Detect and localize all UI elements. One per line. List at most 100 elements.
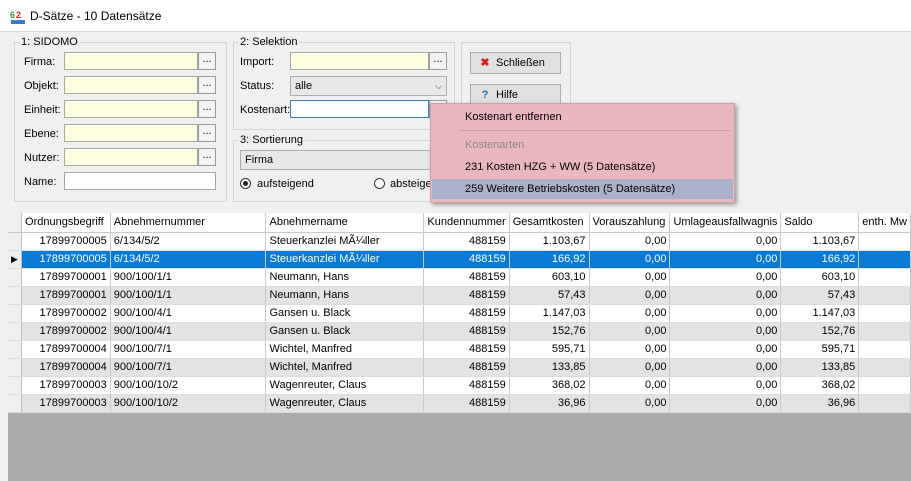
row-header[interactable] xyxy=(8,304,23,323)
table-cell[interactable]: 17899700005 xyxy=(21,232,111,251)
table-cell[interactable] xyxy=(858,376,911,395)
table-cell[interactable]: 17899700005 xyxy=(21,250,111,269)
table-cell[interactable] xyxy=(858,250,911,269)
table-cell[interactable]: 0,00 xyxy=(589,376,671,395)
sortierung-select[interactable]: Firma xyxy=(240,150,447,170)
table-cell[interactable]: Gansen u. Black xyxy=(265,322,425,341)
import-browse-button[interactable]: ... xyxy=(429,52,447,70)
table-row[interactable]: 17899700003 900/100/10/2 Wagenreuter, Clau… xyxy=(8,394,911,413)
table-cell[interactable]: 900/100/4/1 xyxy=(110,322,267,341)
table-row[interactable]: 17899700001 900/100/1/1 Neumann, Hans 48815… xyxy=(8,268,911,287)
table-cell[interactable]: 368,02 xyxy=(780,376,860,395)
firma-browse-button[interactable]: ... xyxy=(198,52,216,70)
table-cell[interactable]: 0,00 xyxy=(589,358,671,377)
table-cell[interactable]: 0,00 xyxy=(669,340,782,359)
table-cell[interactable] xyxy=(858,358,911,377)
table-cell[interactable]: 57,43 xyxy=(509,286,590,305)
table-row[interactable]: 17899700001 900/100/1/1 Neumann, Hans 48815… xyxy=(8,286,911,305)
table-cell[interactable]: Steuerkanzlei MÃ¼ller xyxy=(265,250,425,269)
table-cell[interactable]: 1.103,67 xyxy=(780,232,860,251)
table-cell[interactable]: 17899700002 xyxy=(21,322,111,341)
row-header[interactable] xyxy=(8,358,23,377)
table-cell[interactable]: 488159 xyxy=(423,358,510,377)
kostenart-input[interactable] xyxy=(290,100,429,118)
einheit-input[interactable] xyxy=(64,100,198,118)
table-cell[interactable]: 488159 xyxy=(423,250,510,269)
table-row[interactable]: 17899700002 900/100/4/1 Gansen u. Black 488… xyxy=(8,322,911,341)
objekt-input[interactable] xyxy=(64,76,198,94)
table-cell[interactable]: 17899700001 xyxy=(21,268,111,287)
table-cell[interactable]: 166,92 xyxy=(509,250,590,269)
row-header[interactable] xyxy=(8,286,23,305)
table-cell[interactable]: 488159 xyxy=(423,322,510,341)
einheit-browse-button[interactable]: ... xyxy=(198,100,216,118)
row-header[interactable] xyxy=(8,232,23,251)
table-cell[interactable]: 0,00 xyxy=(669,322,782,341)
column-header[interactable]: Kundennummer xyxy=(423,213,510,233)
table-cell[interactable]: Steuerkanzlei MÃ¼ller xyxy=(265,232,425,251)
table-row[interactable]: 17899700005 6/134/5/2 Steuerkanzlei MÃ¼lle… xyxy=(8,232,911,251)
table-cell[interactable]: 0,00 xyxy=(669,304,782,323)
table-cell[interactable]: 57,43 xyxy=(780,286,860,305)
table-cell[interactable]: 0,00 xyxy=(589,286,671,305)
objekt-browse-button[interactable]: ... xyxy=(198,76,216,94)
table-cell[interactable]: 0,00 xyxy=(589,304,671,323)
ebene-input[interactable] xyxy=(64,124,198,142)
table-cell[interactable]: 0,00 xyxy=(589,340,671,359)
table-cell[interactable]: 900/100/10/2 xyxy=(110,394,267,413)
table-cell[interactable]: 488159 xyxy=(423,286,510,305)
table-cell[interactable]: 1.147,03 xyxy=(780,304,860,323)
table-cell[interactable]: 900/100/4/1 xyxy=(110,304,267,323)
table-cell[interactable]: 900/100/1/1 xyxy=(110,268,267,287)
row-header[interactable] xyxy=(8,394,23,413)
row-header[interactable] xyxy=(8,376,23,395)
table-cell[interactable] xyxy=(858,304,911,323)
table-cell[interactable]: 603,10 xyxy=(780,268,860,287)
table-cell[interactable]: 6/134/5/2 xyxy=(110,250,267,269)
table-cell[interactable]: 17899700001 xyxy=(21,286,111,305)
status-select[interactable]: alle ⌵ xyxy=(290,76,447,96)
table-cell[interactable]: 595,71 xyxy=(509,340,590,359)
column-header[interactable]: Saldo xyxy=(780,213,860,233)
table-cell[interactable]: 488159 xyxy=(423,376,510,395)
menu-item-remove-kostenart[interactable]: Kostenart entfernen xyxy=(432,107,733,127)
table-cell[interactable]: 166,92 xyxy=(780,250,860,269)
table-cell[interactable]: 603,10 xyxy=(509,268,590,287)
name-input[interactable] xyxy=(64,172,216,190)
import-input[interactable] xyxy=(290,52,429,70)
row-header[interactable] xyxy=(8,340,23,359)
column-header[interactable]: Abnehmername xyxy=(265,213,425,233)
column-header[interactable]: Abnehmernummer xyxy=(110,213,267,233)
table-cell[interactable] xyxy=(858,322,911,341)
table-cell[interactable]: 488159 xyxy=(423,304,510,323)
table-cell[interactable]: 36,96 xyxy=(509,394,590,413)
table-cell[interactable]: Wichtel, Manfred xyxy=(265,340,425,359)
table-cell[interactable]: 133,85 xyxy=(509,358,590,377)
table-cell[interactable]: Neumann, Hans xyxy=(265,268,425,287)
table-cell[interactable]: 595,71 xyxy=(780,340,860,359)
table-cell[interactable]: Gansen u. Black xyxy=(265,304,425,323)
column-header[interactable]: Umlageausfallwagnis xyxy=(669,213,782,233)
menu-item-kostenart-259[interactable]: 259 Weitere Betriebskosten (5 Datensätze… xyxy=(432,179,733,199)
table-cell[interactable]: 0,00 xyxy=(589,232,671,251)
close-button[interactable]: ✖ Schließen xyxy=(470,52,561,74)
table-cell[interactable]: 488159 xyxy=(423,340,510,359)
table-cell[interactable]: 6/134/5/2 xyxy=(110,232,267,251)
data-grid[interactable]: Ordnungsbegriff Abnehmernummer Abnehmern… xyxy=(8,213,911,481)
table-cell[interactable]: 0,00 xyxy=(669,358,782,377)
table-row[interactable]: 17899700004 900/100/7/1 Wichtel, Manfred 48… xyxy=(8,358,911,377)
row-header[interactable] xyxy=(8,322,23,341)
table-cell[interactable]: 0,00 xyxy=(589,322,671,341)
table-cell[interactable]: 133,85 xyxy=(780,358,860,377)
table-cell[interactable]: 0,00 xyxy=(589,250,671,269)
table-cell[interactable]: 0,00 xyxy=(669,376,782,395)
table-cell[interactable] xyxy=(858,394,911,413)
table-cell[interactable]: 152,76 xyxy=(780,322,860,341)
row-header[interactable] xyxy=(8,268,23,287)
table-cell[interactable]: 17899700003 xyxy=(21,394,111,413)
table-cell[interactable]: Wichtel, Manfred xyxy=(265,358,425,377)
table-cell[interactable]: 368,02 xyxy=(509,376,590,395)
table-cell[interactable]: 17899700002 xyxy=(21,304,111,323)
ascending-radio[interactable] xyxy=(240,178,251,189)
table-row[interactable]: 17899700002 900/100/4/1 Gansen u. Black 488… xyxy=(8,304,911,323)
